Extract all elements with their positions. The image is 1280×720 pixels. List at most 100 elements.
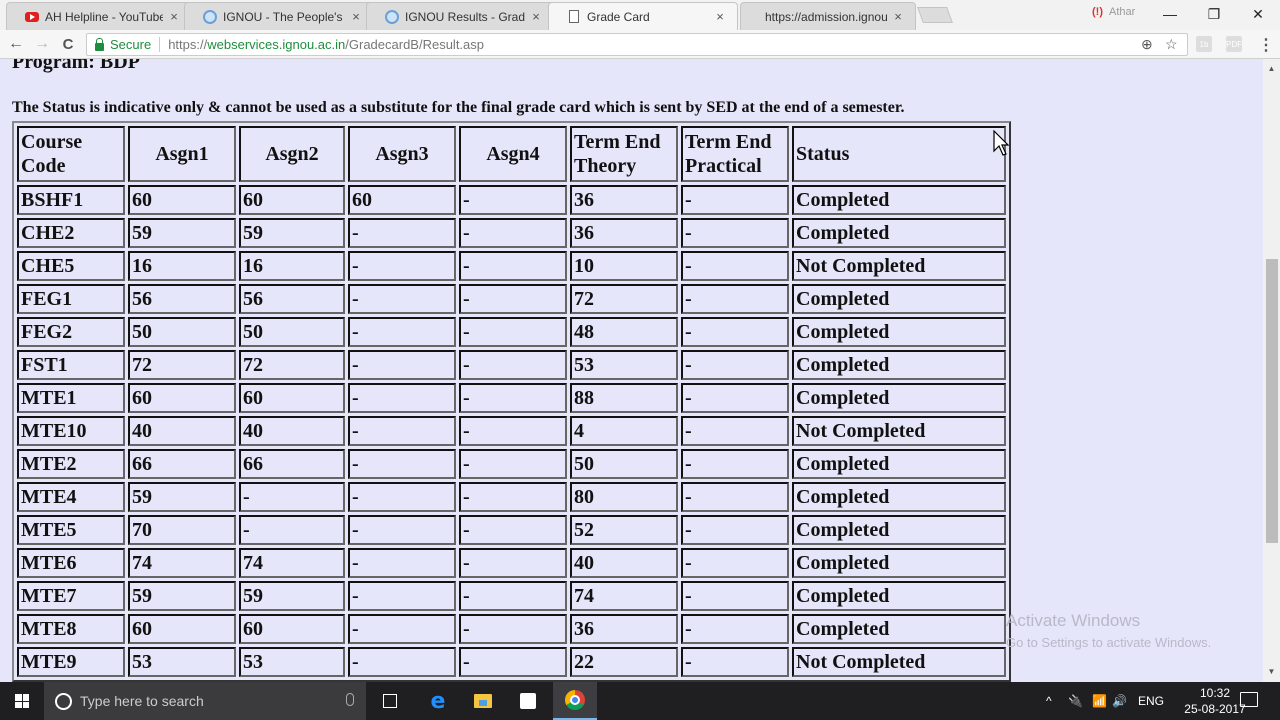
task-view-button[interactable] [368,682,412,720]
document-icon [567,10,581,24]
cell-asgn4: - [459,317,567,347]
cell-asgn3: - [348,482,456,512]
header-status: Status [792,126,1006,182]
power-battery-icon[interactable]: 🔌 [1068,682,1083,720]
cell-status: Completed [792,350,1006,380]
cell-asgn4: - [459,581,567,611]
cell-asgn3: - [348,317,456,347]
close-tab-icon[interactable]: × [891,9,905,24]
taskbar-search-box[interactable]: Type here to search [44,682,366,720]
cell-asgn4: - [459,284,567,314]
zoom-icon[interactable]: ⊕ [1141,36,1153,53]
close-tab-icon[interactable]: × [713,9,727,24]
cell-status: Not Completed [792,647,1006,677]
scrollbar-thumb[interactable] [1266,259,1278,543]
edge-browser-icon: e [430,688,446,714]
vertical-scrollbar[interactable]: ▲ ▼ [1263,59,1280,682]
cell-asgn1: 50 [128,317,236,347]
cell-status: Completed [792,614,1006,644]
system-clock[interactable]: 10:32 25-08-2017 [1182,685,1248,717]
cell-asgn3: - [348,284,456,314]
search-placeholder: Type here to search [80,693,204,709]
url-text[interactable]: https://webservices.ignou.ac.in/Gradecar… [160,37,484,52]
cell-asgn4: - [459,251,567,281]
tab-title: AH Helpline - YouTube [45,9,163,24]
cell-term-end-practical: - [681,284,789,314]
table-row: MTE2 66 66- -50- Completed [17,449,1006,479]
grade-card-table: Course Code Asgn1 Asgn2 Asgn3 Asgn4 Term… [12,121,1011,682]
cell-term-end-theory: 40 [570,548,678,578]
minimize-button[interactable]: — [1148,0,1192,28]
address-bar[interactable]: Secure https://webservices.ignou.ac.in/G… [86,33,1188,56]
table-header-row: Course Code Asgn1 Asgn2 Asgn3 Asgn4 Term… [17,126,1006,182]
show-hidden-icons-button[interactable]: ^ [1046,682,1052,720]
status-notice: The Status is indicative only & cannot b… [12,99,905,116]
start-button[interactable] [0,682,44,720]
tab-admission[interactable]: https://admission.ignou. × [740,2,916,30]
tab-title: https://admission.ignou. [765,9,887,24]
table-row: MTE7 59 59- -74- Completed [17,581,1006,611]
scroll-up-arrow-icon[interactable]: ▲ [1263,61,1280,77]
cell-asgn2: 72 [239,350,345,380]
file-explorer-taskbar-button[interactable] [461,682,505,720]
browser-menu-icon[interactable]: ⋮ [1258,35,1274,55]
close-window-button[interactable]: ✕ [1236,0,1280,28]
close-tab-icon[interactable]: × [529,9,543,24]
back-button[interactable]: ← [6,34,26,54]
cell-term-end-practical: - [681,383,789,413]
microphone-icon[interactable] [346,693,354,706]
action-center-icon[interactable] [1240,692,1258,707]
cell-asgn3: - [348,251,456,281]
cell-asgn2: 60 [239,185,345,215]
cell-asgn1: 53 [128,647,236,677]
new-tab-button[interactable] [917,7,953,23]
cell-term-end-practical: - [681,581,789,611]
close-tab-icon[interactable]: × [349,9,363,24]
task-view-icon [383,694,397,708]
forward-button[interactable]: → [32,34,52,54]
security-label: Secure [110,37,161,52]
page-viewport: Program: BDP The Status is indicative on… [0,59,1280,682]
language-indicator[interactable]: ENG [1138,682,1164,720]
table-row: FEG2 50 50- -48- Completed [17,317,1006,347]
chrome-taskbar-button[interactable] [553,682,597,720]
cell-asgn1: 74 [128,548,236,578]
clock-date: 25-08-2017 [1184,702,1246,716]
restore-button[interactable]: ❐ [1192,0,1236,28]
cell-asgn3: - [348,449,456,479]
wifi-icon[interactable]: 📶 [1092,682,1107,720]
table-row: MTE9 53 53- -22- Not Completed [17,647,1006,677]
browser-toolbar: ← → C Secure https://webservices.ignou.a… [0,30,1280,59]
tab-ignou-results[interactable]: IGNOU Results - Grade C × [366,2,554,30]
edge-taskbar-button[interactable]: e [416,682,460,720]
cell-term-end-practical: - [681,416,789,446]
extension-1b-icon[interactable]: 1b [1196,36,1212,52]
header-course-code: Course Code [17,126,125,182]
close-tab-icon[interactable]: × [167,9,181,24]
cell-asgn2: 53 [239,647,345,677]
cell-asgn3: - [348,581,456,611]
cell-asgn4: - [459,350,567,380]
cell-status: Completed [792,449,1006,479]
cell-asgn2: 60 [239,614,345,644]
reload-button[interactable]: C [58,34,78,54]
cell-asgn4: - [459,218,567,248]
tab-grade-card[interactable]: Grade Card × [548,2,738,30]
clock-time: 10:32 [1199,686,1231,700]
profile-button[interactable]: (!) Athar [1092,6,1135,18]
cell-asgn2: 59 [239,218,345,248]
volume-icon[interactable]: 🔊 [1112,682,1127,720]
tab-youtube[interactable]: AH Helpline - YouTube × [6,2,192,30]
table-row: MTE6 74 74- -40- Completed [17,548,1006,578]
tab-ignou-home[interactable]: IGNOU - The People's Ur × [184,2,374,30]
url-host: webservices.ignou.ac.in [207,37,346,52]
cell-status: Completed [792,548,1006,578]
bookmark-star-icon[interactable]: ☆ [1165,36,1178,53]
table-row: BSHF1 60 60 60-36- Completed [17,185,1006,215]
cell-asgn4: - [459,449,567,479]
store-taskbar-button[interactable] [506,682,550,720]
extension-pdf-icon[interactable]: PDF [1226,36,1242,52]
windows-logo-icon [15,694,29,708]
cell-asgn4: - [459,482,567,512]
scroll-down-arrow-icon[interactable]: ▼ [1263,664,1280,680]
